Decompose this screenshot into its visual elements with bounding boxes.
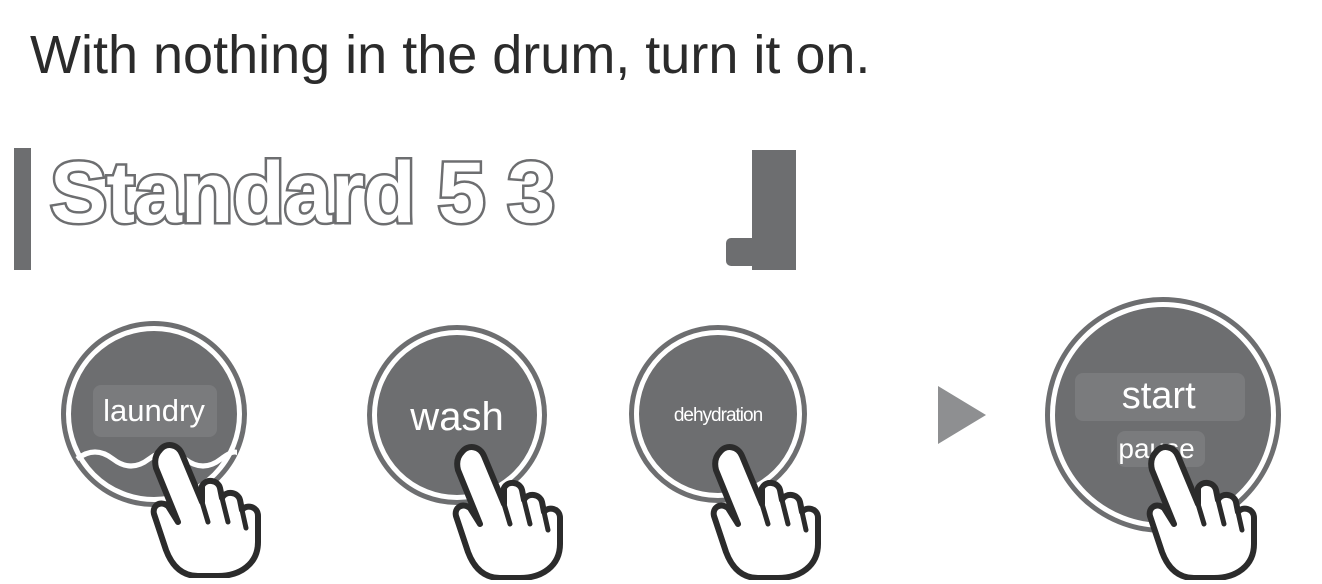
- display-text: Standard 5 3: [47, 145, 557, 241]
- pointing-hand-icon: [144, 438, 268, 578]
- display-left-bar: [14, 148, 31, 270]
- instruction-text: With nothing in the drum, turn it on.: [30, 25, 871, 85]
- start-label: start: [1121, 375, 1196, 417]
- pointing-hand-icon: [1140, 440, 1264, 580]
- wash-label: wash: [410, 395, 504, 439]
- pointing-hand-icon: [446, 440, 570, 580]
- play-arrow-icon: [938, 386, 986, 444]
- display-right-bar: [752, 150, 796, 270]
- pointing-hand-icon: [704, 440, 828, 580]
- dehydration-label: dehydration: [673, 405, 763, 426]
- laundry-label: laundry: [103, 393, 205, 428]
